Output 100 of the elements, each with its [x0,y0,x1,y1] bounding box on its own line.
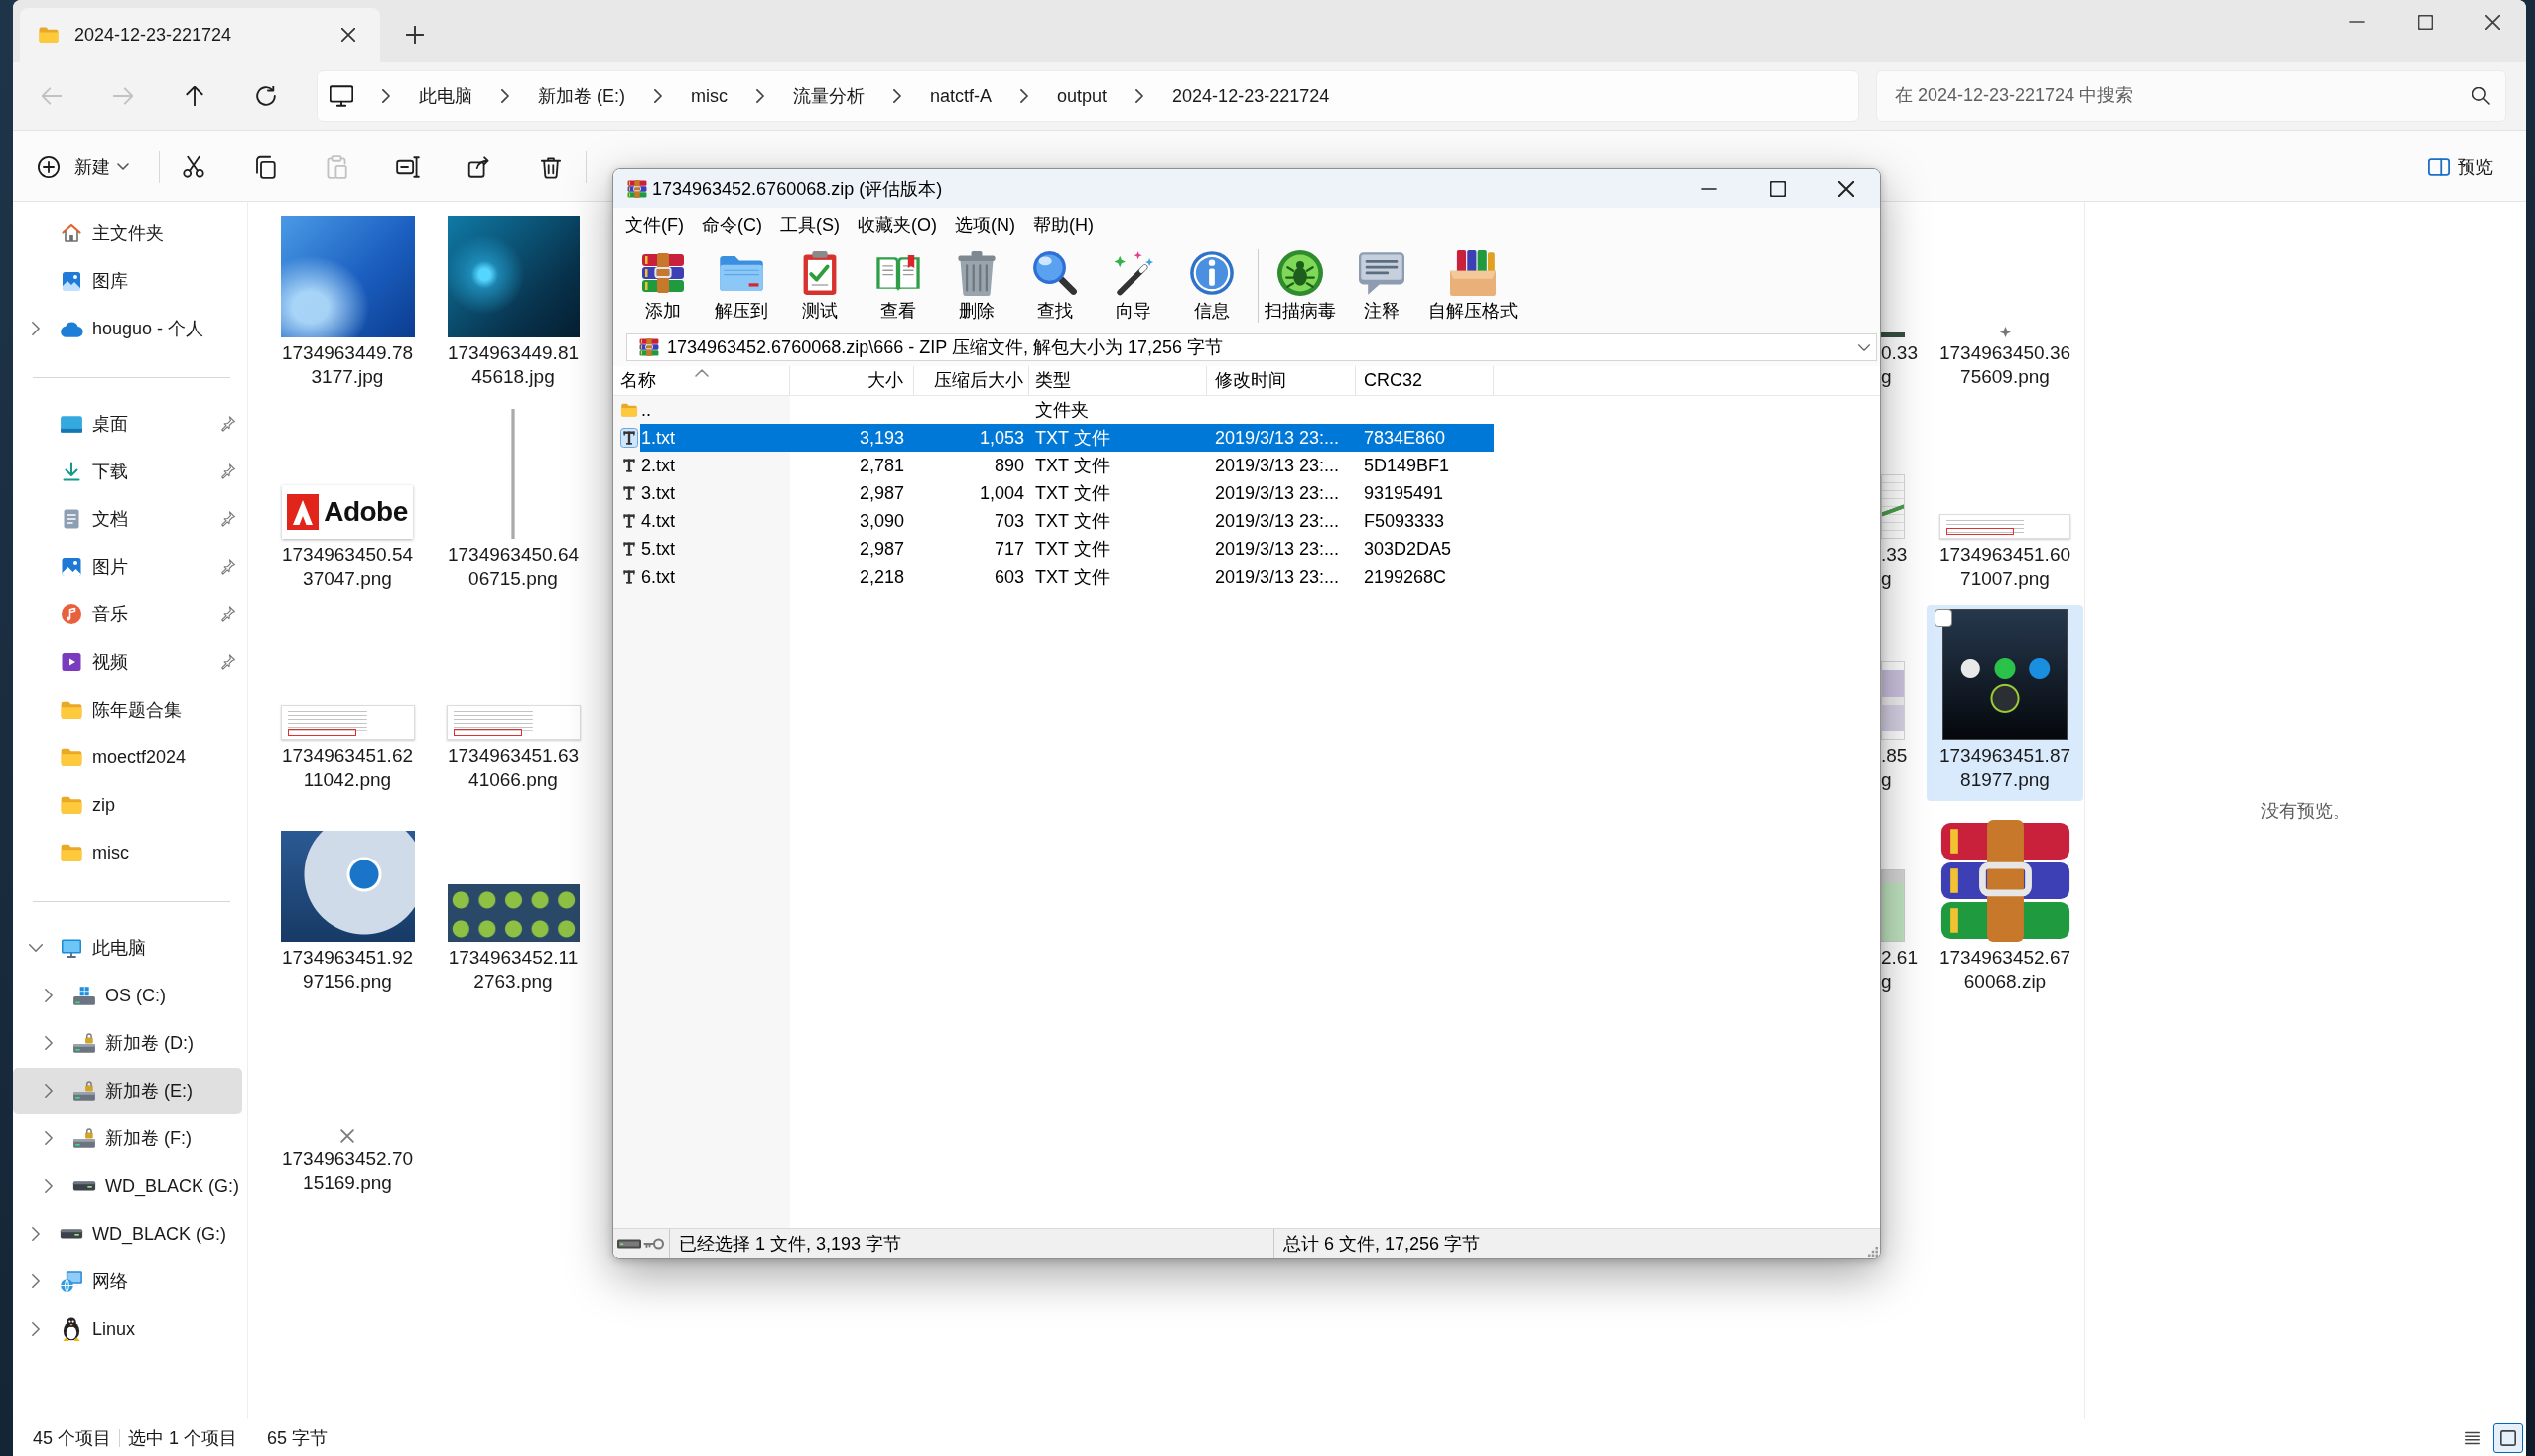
file-tile[interactable]: 1734963452.7015169.png [269,1008,426,1204]
column-header[interactable]: 名称 [613,366,790,395]
file-tile[interactable]: 1734963450.6406715.png [435,404,592,599]
sidebar-item[interactable]: misc [13,830,242,875]
menu-item[interactable]: 工具(S) [771,209,849,240]
sidebar-item[interactable]: 主文件夹 [13,210,242,256]
sidebar-item[interactable]: houguo - 个人 [13,306,242,351]
file-tile[interactable]: 1734963449.783177.jpg [269,202,426,398]
sidebar-item[interactable]: 网络 [13,1258,242,1304]
file-row[interactable]: 2.txt 2,781 890 TXT 文件 2019/3/13 23:... 5D149BF1 [640,452,1494,479]
sidebar-item[interactable]: 视频 [13,639,242,685]
column-header[interactable]: CRC32 [1356,366,1494,395]
breadcrumb-item[interactable]: 此电脑 [419,83,472,108]
expand-chevron-icon[interactable] [32,322,40,335]
menu-item[interactable]: 收藏夹(O) [849,209,946,240]
toolbar-button[interactable]: 查看 [859,247,937,322]
sidebar-item[interactable]: 此电脑 [13,925,242,971]
menu-item[interactable]: 选项(N) [946,209,1024,240]
maximize-icon [1769,181,1786,197]
column-header[interactable]: 大小 [790,366,914,395]
file-tile[interactable]: 1734963451.6071007.png [1927,404,2083,599]
file-tile[interactable]: 1734963452.6760068.zip [1927,807,2083,1002]
toolbar-button[interactable]: 添加 [623,247,702,322]
file-tile[interactable]: 1734963451.8781977.png [1927,605,2083,801]
file-row[interactable]: 5.txt 2,987 717 TXT 文件 2019/3/13 23:... 303D2DA5 [640,535,1494,563]
toolbar-button[interactable]: 删除 [937,247,1015,322]
table-cell: TXT 文件 [1035,456,1110,475]
menu-item[interactable]: 帮助(H) [1024,209,1103,240]
file-row[interactable]: 1.txt 3,193 1,053 TXT 文件 2019/3/13 23:... 7834E860 [640,424,1494,452]
file-row[interactable]: 6.txt 2,218 603 TXT 文件 2019/3/13 23:... 2199268C [640,563,1494,591]
expand-chevron-icon[interactable] [45,1131,53,1145]
table-cell: TXT 文件 [1035,567,1110,587]
file-row[interactable]: .. 文件夹 [640,396,1494,424]
file-row[interactable]: 3.txt 2,987 1,004 TXT 文件 2019/3/13 23:... 93195491 [640,479,1494,507]
menu-item[interactable]: 命令(C) [693,209,771,240]
sidebar-item[interactable]: WD_BLACK (G:) [13,1211,242,1257]
file-tile[interactable]: 1734963451.9297156.png [269,807,426,1002]
file-tile[interactable]: 1734963450.3675609.png [1927,202,2083,398]
toolbar-button[interactable]: 自解压格式 [1420,247,1525,322]
collapse-chevron-icon[interactable] [29,944,43,952]
sidebar-item[interactable]: 音乐 [13,592,242,637]
expand-chevron-icon[interactable] [32,1274,40,1288]
file-tile[interactable]: 1734963451.6211042.png [269,605,426,801]
sidebar-item[interactable]: 新加卷 (E:) [13,1068,242,1114]
expand-chevron-icon[interactable] [32,1227,40,1241]
sidebar-item[interactable]: OS (C:) [13,973,242,1018]
sidebar-item[interactable]: 陈年题合集 [13,687,242,732]
file-tile[interactable]: 1734963449.8145618.jpg [435,202,592,398]
tab[interactable]: 2024-12-23-221724 [20,8,380,62]
preview-button[interactable]: 预览 [2428,144,2493,189]
new-button[interactable]: 新建 [25,142,139,191]
checkbox[interactable] [1935,609,1952,627]
expand-chevron-icon[interactable] [45,1036,53,1050]
sidebar-item[interactable]: WD_BLACK (G:) [13,1163,242,1209]
sidebar-item[interactable]: zip [13,782,242,828]
small-image-icon [1999,327,2011,337]
resize-grip-icon[interactable] [1868,1247,1878,1257]
sidebar-item[interactable]: 桌面 [13,401,242,447]
toolbar-button[interactable]: 查找 [1015,247,1094,322]
sidebar-item[interactable]: 图库 [13,258,242,304]
file-row[interactable]: 4.txt 3,090 703 TXT 文件 2019/3/13 23:... F5093333 [640,507,1494,535]
breadcrumb-item[interactable]: output [1057,83,1108,108]
sidebar-item[interactable]: Linux [13,1306,242,1352]
sidebar-item[interactable]: moectf2024 [13,734,242,780]
column-header[interactable]: 类型 [1029,366,1207,395]
breadcrumb-item[interactable]: 2024-12-23-221724 [1172,83,1330,108]
breadcrumb-separator-icon [1020,88,1029,103]
breadcrumb-item[interactable]: misc [691,83,728,108]
file-tile[interactable]: 1734963452.112763.png [435,807,592,1002]
sidebar-item[interactable]: 图片 [13,544,242,590]
column-header[interactable]: 压缩后大小 [914,366,1029,395]
toolbar-button[interactable]: 测试 [780,247,859,322]
sidebar-item[interactable]: 文档 [13,496,242,542]
file-tile[interactable]: 1734963451.6341066.png [435,605,592,801]
column-header[interactable]: 修改时间 [1207,366,1356,395]
address-bar[interactable]: 此电脑 新加卷 (E:) misc 流量分析 natctf-A output 2024-12-23-221724 [317,69,1859,122]
minimize-icon [1700,188,1717,190]
breadcrumb-item[interactable]: natctf-A [930,83,993,108]
menu-item[interactable]: 文件(F) [616,209,693,240]
toolbar-button[interactable]: 注释 [1342,247,1420,322]
sidebar-item[interactable]: 下载 [13,449,242,494]
toolbar-button[interactable]: 解压到 [702,247,780,322]
path-combobox[interactable]: 1734963452.6760068.zip\666 - ZIP 压缩文件, 解包大小为 17,256 字节 [626,333,1877,361]
toolbar-button[interactable]: 向导 [1094,247,1172,322]
breadcrumb-item[interactable]: 新加卷 (E:) [538,83,625,108]
drive-icon [72,1032,96,1054]
table-cell: 文件夹 [1035,400,1089,420]
toolbar-button[interactable]: 信息 [1172,247,1251,322]
sidebar-item[interactable]: 新加卷 (D:) [13,1020,242,1066]
expand-chevron-icon[interactable] [45,1179,53,1193]
file-tile[interactable]: Adobe 1734963450.5437047.png [269,404,426,599]
sidebar-item[interactable]: 新加卷 (F:) [13,1116,242,1161]
expand-chevron-icon[interactable] [45,989,53,1002]
toolbar-button[interactable]: 扫描病毒 [1259,247,1342,322]
breadcrumb-item[interactable]: 流量分析 [793,83,865,108]
large-icons-view-button[interactable] [2493,1422,2523,1453]
expand-chevron-icon[interactable] [45,1084,53,1098]
search-field[interactable]: 在 2024-12-23-221724 中搜索 [1876,69,2506,122]
expand-chevron-icon[interactable] [32,1322,40,1336]
preview-message: 没有预览。 [2261,800,2350,823]
